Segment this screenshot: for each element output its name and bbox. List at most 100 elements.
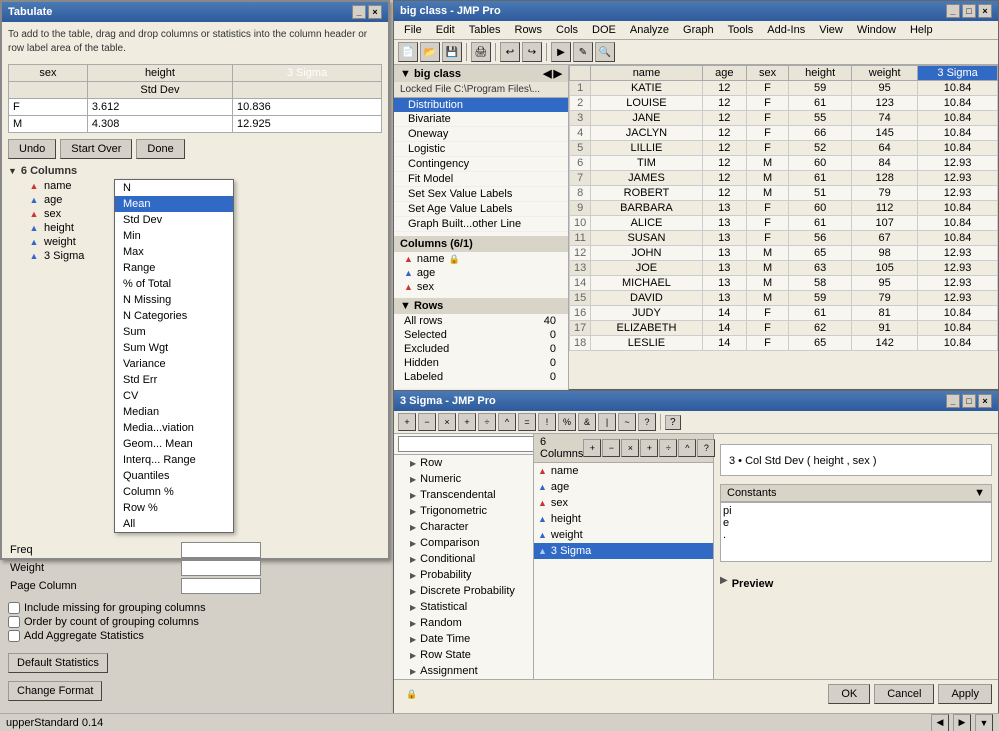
menu-doe[interactable]: DOE: [586, 22, 622, 38]
page-col-input[interactable]: [181, 578, 261, 594]
stat-row-pct[interactable]: Row %: [115, 500, 233, 516]
tool-select[interactable]: ✎: [573, 42, 593, 62]
sigma-tb-btn11[interactable]: |: [598, 413, 616, 431]
filter-input[interactable]: [398, 436, 534, 452]
stat-sum-wgt[interactable]: Sum Wgt: [115, 340, 233, 356]
sigma-col-plus2[interactable]: +: [640, 439, 658, 457]
weight-input[interactable]: [181, 560, 261, 576]
nav-left-arrow[interactable]: ◀: [543, 67, 551, 80]
formula-box[interactable]: 3 • Col Std Dev ( height , sex ): [720, 444, 992, 476]
menu-help[interactable]: Help: [904, 22, 939, 38]
col-sex[interactable]: ▲ sex: [8, 207, 108, 221]
col-height[interactable]: ▲ height: [8, 221, 108, 235]
data-table-container[interactable]: name age sex height weight 3 Sigma 1 KAT…: [569, 65, 998, 393]
col-age-entry[interactable]: ▲ age: [394, 266, 568, 280]
th-weight[interactable]: weight: [852, 66, 918, 81]
sigma-col-minus[interactable]: −: [602, 439, 620, 457]
freq-input[interactable]: [181, 542, 261, 558]
sigma-tb-btn1[interactable]: +: [398, 413, 416, 431]
status-btn3[interactable]: ▼: [975, 714, 993, 731]
col-age[interactable]: ▲ age: [8, 193, 108, 207]
constants-dropdown-btn[interactable]: ▼: [974, 487, 985, 499]
default-stats-btn[interactable]: Default Statistics: [8, 653, 108, 673]
status-btn1[interactable]: ◀: [931, 714, 949, 731]
change-format-btn[interactable]: Change Format: [8, 681, 102, 701]
constant-dot[interactable]: .: [723, 529, 989, 541]
func-statistical[interactable]: ▶ Statistical: [394, 599, 533, 615]
stat-median[interactable]: Median: [115, 404, 233, 420]
stat-n-missing[interactable]: N Missing: [115, 292, 233, 308]
menu-fit-model[interactable]: Fit Model: [394, 172, 568, 187]
tool-open[interactable]: 📂: [420, 42, 440, 62]
col-sex-entry[interactable]: ▲ sex: [394, 280, 568, 294]
sigma-tb-btn4[interactable]: +: [458, 413, 476, 431]
nav-right-arrow[interactable]: ▶: [554, 67, 562, 80]
func-transcendental[interactable]: ▶ Transcendental: [394, 487, 533, 503]
menu-set-sex-labels[interactable]: Set Sex Value Labels: [394, 187, 568, 202]
stat-n[interactable]: N: [115, 180, 233, 196]
menu-edit[interactable]: Edit: [430, 22, 461, 38]
sigma-col-add[interactable]: +: [583, 439, 601, 457]
stat-interq-range[interactable]: Interq... Range: [115, 452, 233, 468]
menu-bivariate[interactable]: Bivariate: [394, 112, 568, 127]
menu-distribution[interactable]: Distribution: [394, 98, 568, 112]
tool-save[interactable]: 💾: [442, 42, 462, 62]
tool-undo[interactable]: ↩: [500, 42, 520, 62]
sigma-col-3sigma[interactable]: ▲ 3 Sigma: [534, 543, 713, 559]
stat-range[interactable]: Range: [115, 260, 233, 276]
col-drop-zone[interactable]: [9, 82, 88, 99]
sigma-col-x[interactable]: ×: [621, 439, 639, 457]
menu-set-age-labels[interactable]: Set Age Value Labels: [394, 202, 568, 217]
menu-logistic[interactable]: Logistic: [394, 142, 568, 157]
sigma-tb-btn10[interactable]: &: [578, 413, 596, 431]
menu-file[interactable]: File: [398, 22, 428, 38]
stat-all[interactable]: All: [115, 516, 233, 532]
func-character[interactable]: ▶ Character: [394, 519, 533, 535]
stat-cv[interactable]: CV: [115, 388, 233, 404]
stat-std-dev[interactable]: Std Dev: [115, 212, 233, 228]
main-close-btn[interactable]: ×: [978, 4, 992, 18]
menu-tools[interactable]: Tools: [722, 22, 760, 38]
func-row[interactable]: ▶ Row: [394, 455, 533, 471]
undo-btn[interactable]: Undo: [8, 139, 56, 159]
tool-new[interactable]: 📄: [398, 42, 418, 62]
sigma-tb-btn5[interactable]: ÷: [478, 413, 496, 431]
func-conditional[interactable]: ▶ Conditional: [394, 551, 533, 567]
th-sex[interactable]: sex: [746, 66, 788, 81]
stat-sum[interactable]: Sum: [115, 324, 233, 340]
minimize-btn[interactable]: _: [352, 5, 366, 19]
stat-media-viation[interactable]: Media...viation: [115, 420, 233, 436]
sigma-col-age[interactable]: ▲ age: [534, 479, 713, 495]
sigma-col-weight[interactable]: ▲ weight: [534, 527, 713, 543]
stat-min[interactable]: Min: [115, 228, 233, 244]
sigma-col-help[interactable]: ?: [697, 439, 715, 457]
apply-btn[interactable]: Apply: [938, 684, 992, 704]
status-btn2[interactable]: ▶: [953, 714, 971, 731]
sigma-tb-btn8[interactable]: !: [538, 413, 556, 431]
done-btn[interactable]: Done: [136, 139, 184, 159]
sigma-tb-btn9[interactable]: %: [558, 413, 576, 431]
th-height[interactable]: height: [789, 66, 852, 81]
stat-n-categories[interactable]: N Categories: [115, 308, 233, 324]
tool-zoom[interactable]: 🔍: [595, 42, 615, 62]
sigma-tb-btn7[interactable]: =: [518, 413, 536, 431]
th-age[interactable]: age: [702, 66, 746, 81]
col-name[interactable]: ▲ name: [8, 179, 108, 193]
menu-tables[interactable]: Tables: [463, 22, 507, 38]
sigma-tb-btn2[interactable]: −: [418, 413, 436, 431]
stat-col-pct[interactable]: Column %: [115, 484, 233, 500]
ok-btn[interactable]: OK: [828, 684, 870, 704]
stat-mean[interactable]: Mean: [115, 196, 233, 212]
sigma-col-sex[interactable]: ▲ sex: [534, 495, 713, 511]
order-by-count-checkbox[interactable]: [8, 616, 20, 628]
menu-add-ins[interactable]: Add-Ins: [761, 22, 811, 38]
func-row-state[interactable]: ▶ Row State: [394, 647, 533, 663]
constant-e[interactable]: e: [723, 517, 989, 529]
menu-graph-build[interactable]: Graph Built...other Line: [394, 217, 568, 232]
sigma-tb-btn13[interactable]: ?: [638, 413, 656, 431]
sigma-tb-btn6[interactable]: ^: [498, 413, 516, 431]
stat-variance[interactable]: Variance: [115, 356, 233, 372]
tool-print[interactable]: 🖨: [471, 42, 491, 62]
sigma-col-exp[interactable]: ^: [678, 439, 696, 457]
col-name-entry[interactable]: ▲ name 🔒: [394, 252, 568, 266]
